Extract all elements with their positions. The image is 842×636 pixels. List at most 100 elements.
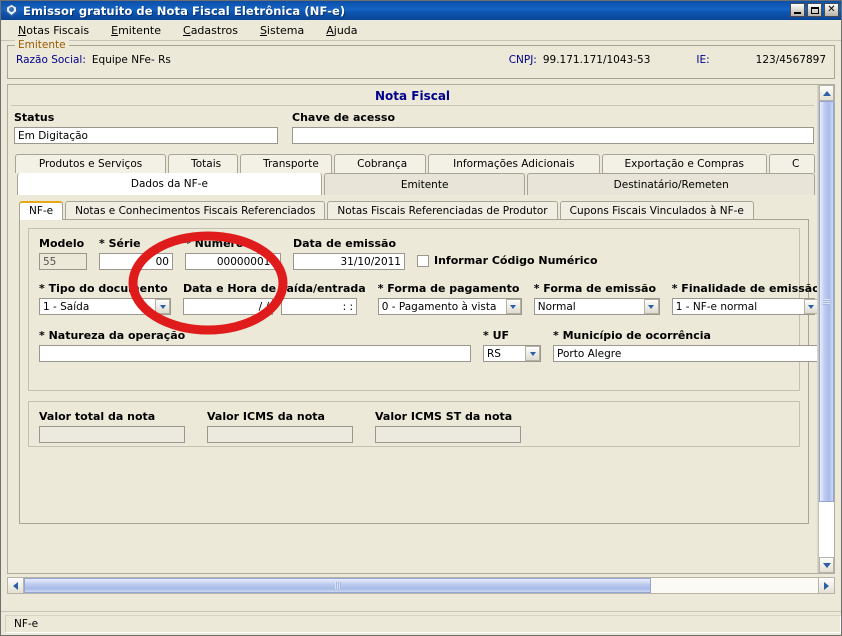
data-saida-input[interactable]: / / <box>183 298 273 315</box>
valores-box: Valor total da nota Valor ICMS da nota V… <box>28 401 800 447</box>
municipio-ocorrencia-input[interactable]: Porto Alegre <box>553 345 817 362</box>
tab-destinatario-remetente[interactable]: Destinatário/Remeten <box>527 173 816 195</box>
chevron-right-icon <box>824 581 829 590</box>
tab-cobranca[interactable]: Cobrança <box>334 154 427 173</box>
horizontal-scroll-track[interactable] <box>24 578 818 593</box>
forma-emissao-label: * Forma de emissão <box>533 282 656 295</box>
nota-fiscal-panel: Nota Fiscal Status Em Digitação Chave de… <box>7 84 835 574</box>
numero-label: * Número <box>185 237 244 250</box>
vertical-scroll-track[interactable] <box>819 101 834 557</box>
maximize-button[interactable] <box>807 3 822 17</box>
horizontal-scroll-thumb[interactable] <box>24 578 652 593</box>
chevron-up-icon <box>822 90 831 96</box>
tab-totais[interactable]: Totais <box>168 154 239 173</box>
dados-nfe-box: Modelo 55 * Série 00 * Número 000000013 <box>28 228 817 391</box>
scroll-left-button[interactable] <box>8 578 24 593</box>
status-chave-row: Status Em Digitação Chave de acesso <box>8 111 817 144</box>
chave-acesso-field-group: Chave de acesso <box>292 111 814 144</box>
close-button[interactable]: ✕ <box>824 3 839 17</box>
codigo-numerico-label: Informar Código Numérico <box>434 254 598 267</box>
modelo-label: Modelo <box>39 237 85 250</box>
data-hora-saida-label: Data e Hora de saída/entrada <box>183 282 366 295</box>
valor-icms-input <box>207 426 353 443</box>
finalidade-emissao-select[interactable]: 1 - NF-e normal <box>671 298 815 315</box>
uf-label: * UF <box>483 329 510 342</box>
form-row-1: Modelo 55 * Série 00 * Número 000000013 <box>39 237 789 270</box>
numero-field-group: * Número 000000013 <box>185 237 281 270</box>
natureza-operacao-label: * Natureza da operação <box>39 329 186 342</box>
window-title: Emissor gratuito de Nota Fiscal Eletrôni… <box>23 3 346 18</box>
numero-input[interactable]: 000000013 <box>185 253 281 270</box>
emitente-legend: Emitente <box>15 39 69 51</box>
forma-pagamento-field-group: * Forma de pagamento 0 - Pagamento à vis… <box>377 282 522 315</box>
valor-total-label: Valor total da nota <box>39 410 156 423</box>
vertical-scroll-thumb[interactable] <box>819 101 834 503</box>
tipo-documento-select[interactable]: 1 - Saída <box>39 298 171 315</box>
tab-cupons-fiscais-vinculados[interactable]: Cupons Fiscais Vinculados à NF-e <box>559 201 754 220</box>
tab-transporte[interactable]: Transporte <box>240 154 333 173</box>
natureza-operacao-input[interactable] <box>39 345 471 362</box>
tab-dados-da-nfe[interactable]: Dados da NF-e <box>17 173 322 195</box>
emitente-groupbox: Emitente Razão Social: Equipe NFe- Rs CN… <box>7 39 835 79</box>
tab-informacoes-adicionais[interactable]: Informações Adicionais <box>428 154 600 173</box>
scroll-up-button[interactable] <box>819 85 834 101</box>
uf-select[interactable]: RS <box>483 345 541 362</box>
tab-exportacao-e-compras[interactable]: Exportação e Compras <box>601 154 767 173</box>
valor-icms-field-group: Valor ICMS da nota <box>207 410 353 443</box>
form-row-3: * Natureza da operação * UF RS * Municíp… <box>39 329 817 362</box>
tab-overflow[interactable]: C <box>769 154 815 173</box>
tab-emitente[interactable]: Emitente <box>323 173 526 195</box>
tab-notas-referenciadas-produtor[interactable]: Notas Fiscais Referenciadas de Produtor <box>327 201 558 220</box>
municipio-ocorrencia-label: * Município de ocorrência <box>553 329 711 342</box>
tab-notas-conhecimentos-referenciados[interactable]: Notas e Conhecimentos Fiscais Referencia… <box>65 201 326 220</box>
title-bar: Emissor gratuito de Nota Fiscal Eletrôni… <box>1 1 841 20</box>
serie-input[interactable]: 00 <box>99 253 173 270</box>
forma-pagamento-label: * Forma de pagamento <box>377 282 520 295</box>
cnpj-value: 99.171.171/1043-53 <box>542 54 651 66</box>
tabstrip-level2: Dados da NF-e Emitente Destinatário/Reme… <box>8 173 817 195</box>
status-label: Status <box>14 111 55 124</box>
ie-label: IE: <box>696 54 710 66</box>
forma-pagamento-select[interactable]: 0 - Pagamento à vista <box>377 298 522 315</box>
chave-acesso-label: Chave de acesso <box>292 111 396 124</box>
emitente-section: Emitente Razão Social: Equipe NFe- Rs CN… <box>1 39 841 79</box>
menu-bar: Notas Fiscais Emitente Cadastros Sistema… <box>1 20 841 41</box>
finalidade-emissao-field-group: * Finalidade de emissão 1 - NF-e normal <box>671 282 817 315</box>
minimize-button[interactable] <box>790 3 805 17</box>
data-emissao-input[interactable]: 31/10/2011 <box>293 253 405 270</box>
chevron-down-icon <box>822 562 831 568</box>
valor-icms-st-label: Valor ICMS ST da nota <box>375 410 513 423</box>
scroll-down-button[interactable] <box>819 557 834 573</box>
municipio-ocorrencia-field-group: * Município de ocorrência Porto Alegre <box>553 329 817 362</box>
title-divider <box>11 105 814 106</box>
tab-nfe[interactable]: NF-e <box>19 201 64 220</box>
vertical-scrollbar[interactable] <box>818 85 834 573</box>
serie-label: * Série <box>99 237 141 250</box>
tipo-documento-label: * Tipo do documento <box>39 282 168 295</box>
chave-acesso-input[interactable] <box>292 127 814 144</box>
page-title: Nota Fiscal <box>374 89 451 103</box>
valor-icms-st-field-group: Valor ICMS ST da nota <box>375 410 521 443</box>
valor-icms-st-input <box>375 426 521 443</box>
valor-icms-label: Valor ICMS da nota <box>207 410 325 423</box>
forma-emissao-field-group: * Forma de emissão Normal <box>533 282 660 315</box>
form-row-valores: Valor total da nota Valor ICMS da nota V… <box>39 410 789 443</box>
form-row-2: * Tipo do documento 1 - Saída Data e Hor… <box>39 282 817 315</box>
hora-saida-input[interactable]: : : <box>281 298 357 315</box>
status-input[interactable]: Em Digitação <box>14 127 278 144</box>
menu-ajuda[interactable]: Ajuda <box>315 22 368 39</box>
scroll-right-button[interactable] <box>818 578 834 593</box>
menu-sistema[interactable]: Sistema <box>249 22 315 39</box>
menu-notas-fiscais[interactable]: Notas Fiscais <box>7 22 100 39</box>
valor-total-input <box>39 426 185 443</box>
tab-produtos-e-servicos[interactable]: Produtos e Serviços <box>15 154 167 173</box>
menu-emitente[interactable]: Emitente <box>100 22 172 39</box>
serie-field-group: * Série 00 <box>99 237 173 270</box>
forma-emissao-select[interactable]: Normal <box>533 298 660 315</box>
status-field-group: Status Em Digitação <box>14 111 278 144</box>
codigo-numerico-checkbox-row[interactable]: Informar Código Numérico <box>417 254 598 267</box>
horizontal-scrollbar[interactable] <box>7 577 835 594</box>
menu-cadastros[interactable]: Cadastros <box>172 22 249 39</box>
window-buttons: ✕ <box>790 3 839 17</box>
codigo-numerico-checkbox[interactable] <box>417 254 429 267</box>
